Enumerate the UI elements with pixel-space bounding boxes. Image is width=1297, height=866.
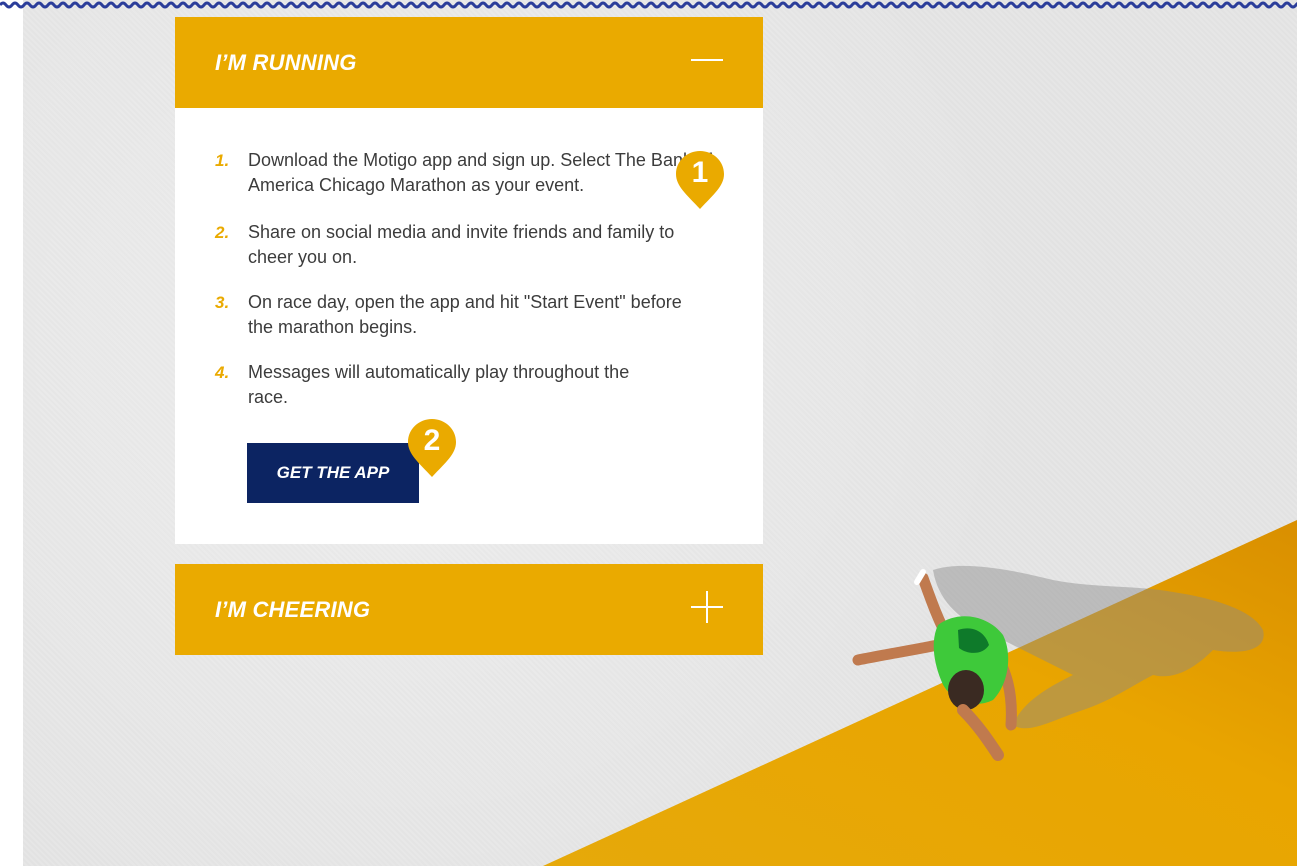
- accordion-cheering-header[interactable]: I’M CHEERING: [175, 564, 763, 655]
- step-number: 4.: [215, 363, 230, 382]
- accordion-running-header[interactable]: I’M RUNNING: [175, 17, 763, 108]
- accordion-running-title: I’M RUNNING: [215, 50, 357, 75]
- marker-number: 2: [423, 424, 441, 457]
- step-text: Messages will automatically play through…: [248, 362, 630, 407]
- map-pin-icon: 2: [406, 417, 458, 479]
- step-number: 2.: [215, 223, 230, 242]
- map-pin-icon: 1: [674, 149, 726, 211]
- wave-top-border: [0, 1, 1297, 9]
- minus-icon[interactable]: [691, 44, 723, 76]
- step-number: 3.: [215, 293, 230, 312]
- marker-number: 1: [691, 156, 709, 189]
- step-number: 1.: [215, 151, 230, 170]
- step-text: Download the Motigo app and sign up. Sel…: [248, 150, 712, 195]
- step-text: Share on social media and invite friends…: [248, 222, 675, 267]
- plus-icon[interactable]: [691, 591, 723, 623]
- runner-illustration: [852, 565, 1264, 761]
- accordion-cheering-title: I’M CHEERING: [215, 597, 371, 622]
- get-the-app-button[interactable]: GET THE APP: [247, 443, 419, 503]
- step-text: On race day, open the app and hit "Start…: [248, 292, 682, 337]
